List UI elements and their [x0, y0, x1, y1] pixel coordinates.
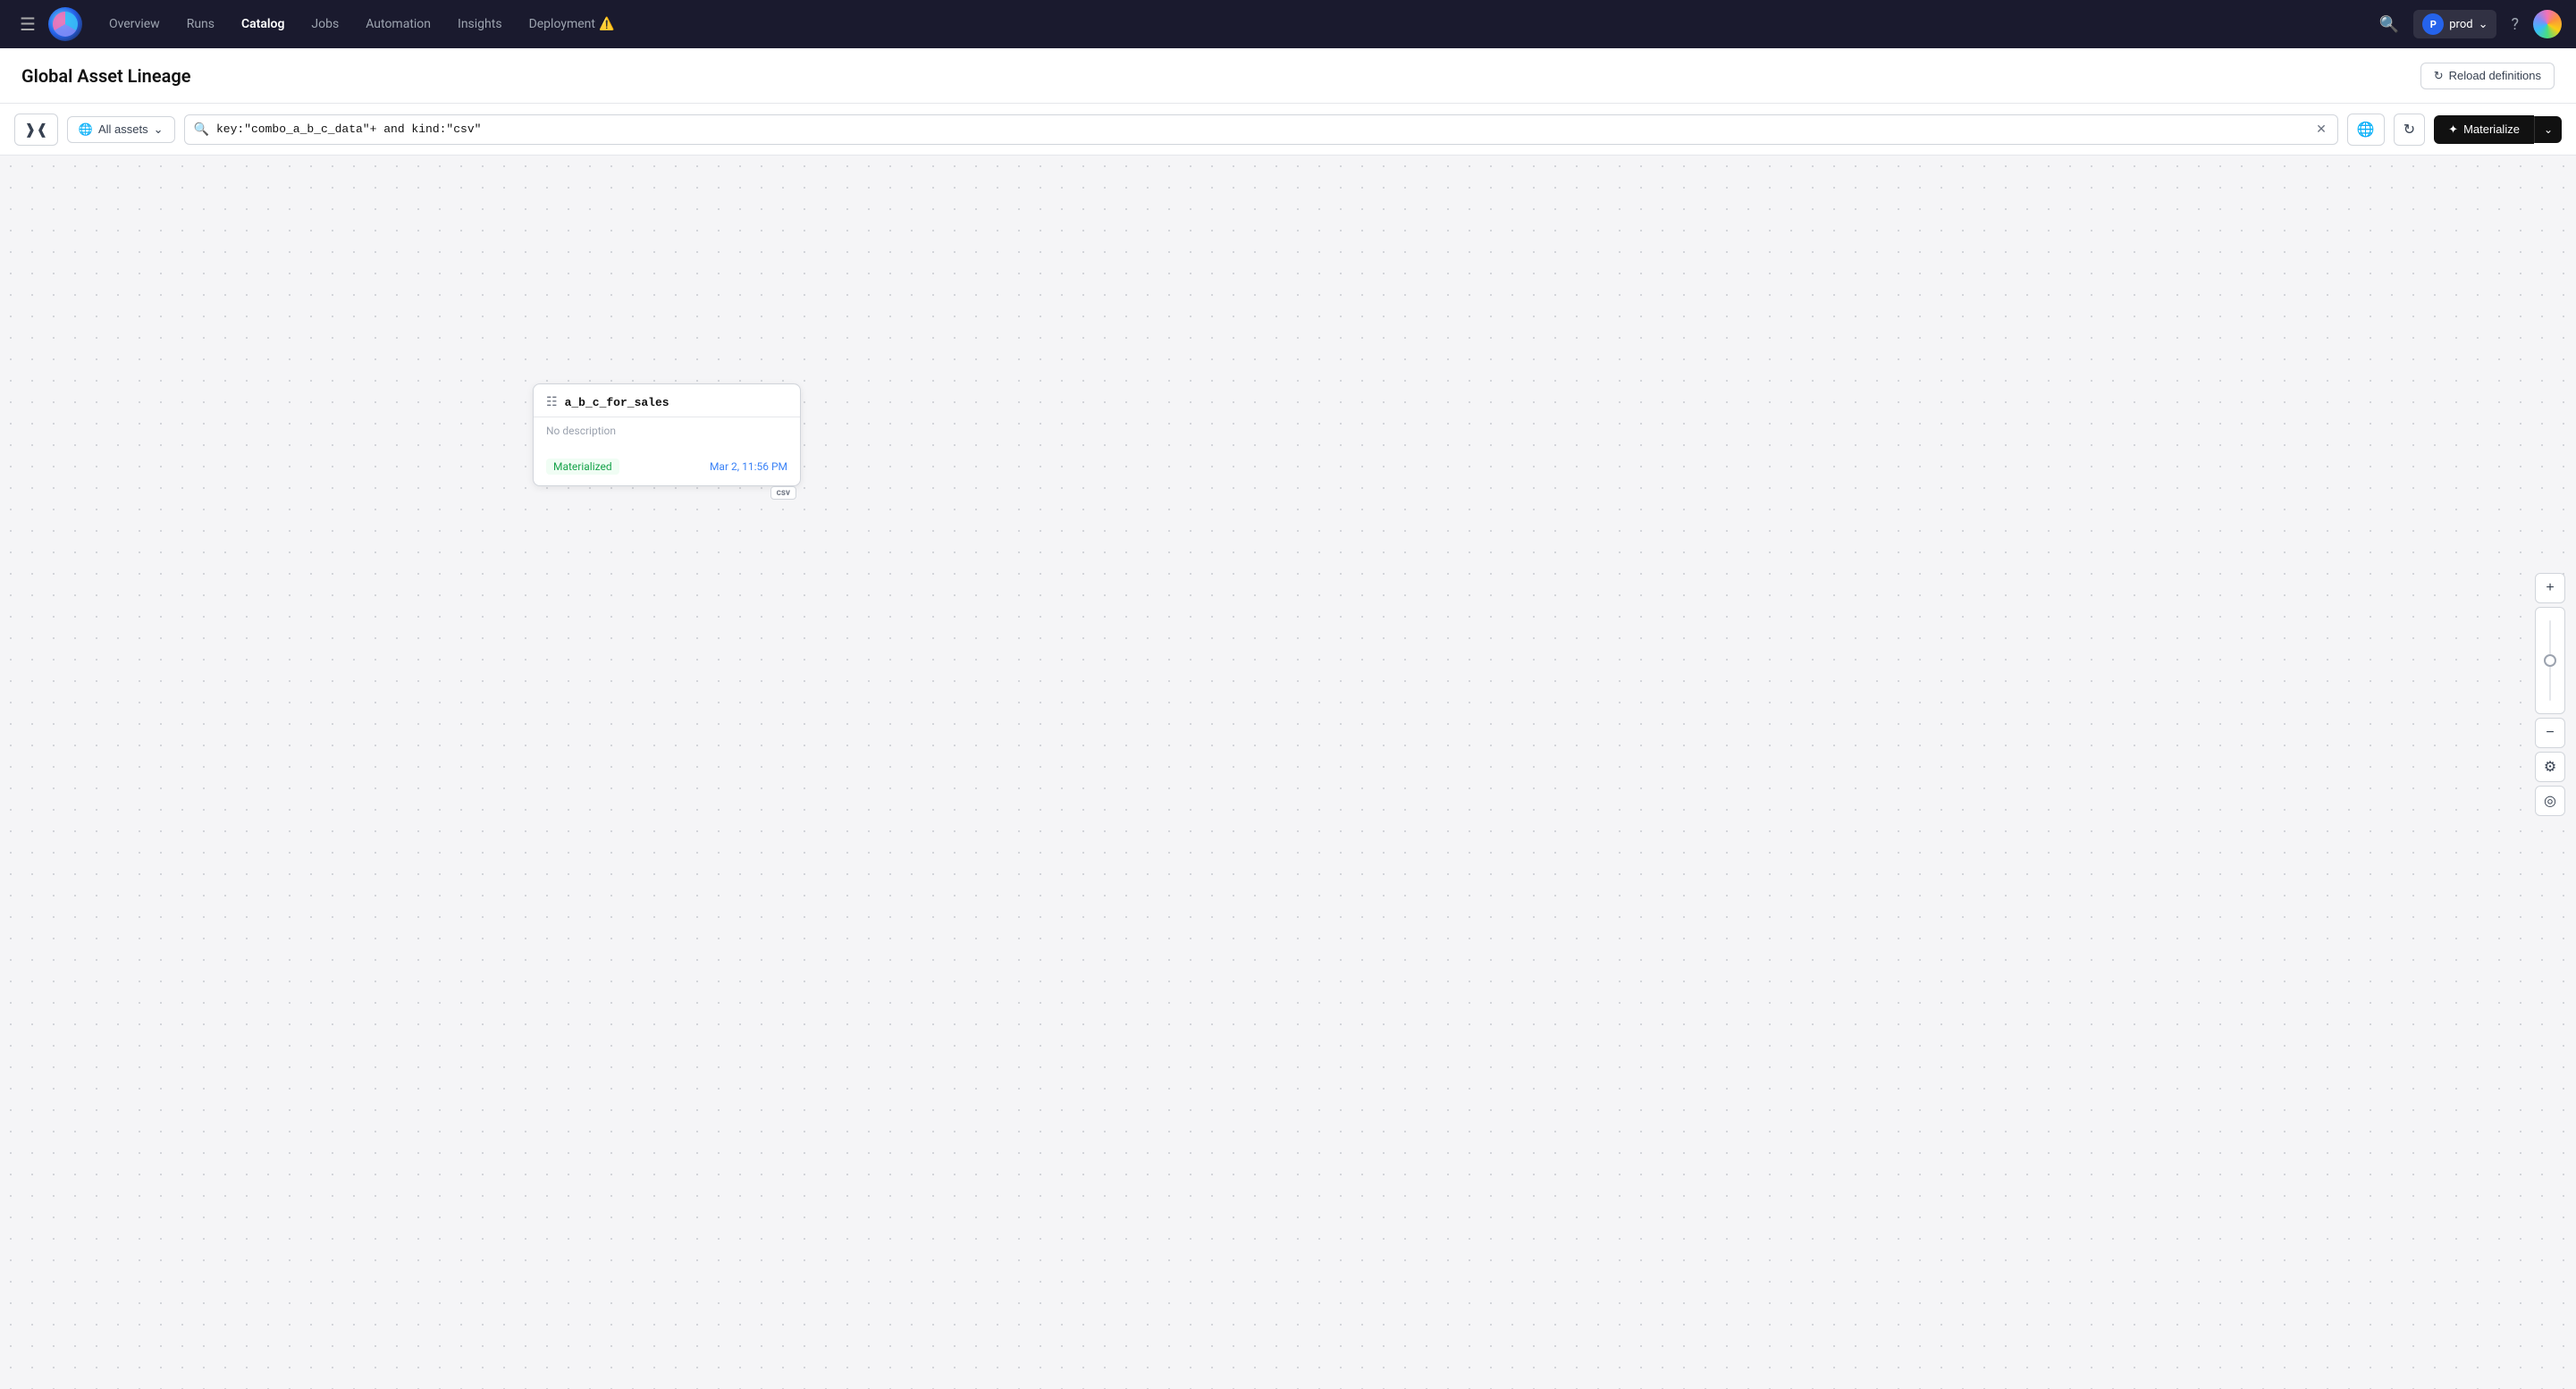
- all-assets-dropdown[interactable]: 🌐 All assets ⌄: [67, 116, 175, 143]
- chevron-down-icon: ⌄: [2544, 123, 2553, 136]
- user-avatar[interactable]: [2533, 10, 2562, 38]
- chevron-down-icon: ⌄: [154, 122, 164, 137]
- refresh-button[interactable]: ↻: [2394, 114, 2425, 146]
- materialize-group: ✦ Materialize ⌄: [2434, 115, 2562, 144]
- globe-button[interactable]: 🌐: [2347, 114, 2385, 146]
- zoom-slider-thumb[interactable]: [2544, 654, 2556, 667]
- topnav-right: 🔍 P prod ⌄ ?: [2374, 10, 2562, 39]
- reload-icon: ↻: [2434, 69, 2444, 83]
- asset-node-footer: Materialized Mar 2, 11:56 PM: [534, 453, 800, 485]
- asset-description: No description: [546, 425, 787, 437]
- search-icon: 🔍: [194, 122, 209, 137]
- asset-node-body: No description: [534, 417, 800, 453]
- nav-automation[interactable]: Automation: [353, 12, 443, 37]
- zoom-in-icon: +: [2546, 580, 2554, 596]
- globe-icon: 🌐: [2357, 121, 2375, 139]
- zoom-slider-track: [2549, 620, 2551, 701]
- nav-jobs[interactable]: Jobs: [299, 12, 351, 37]
- expand-icon: ◎: [2544, 792, 2556, 810]
- toolbar: ❱❰ 🌐 All assets ⌄ 🔍 ✕ 🌐 ↻ ✦ Materialize …: [0, 104, 2576, 156]
- settings-button[interactable]: ⚙: [2535, 752, 2565, 782]
- refresh-icon: ↻: [2403, 121, 2415, 139]
- prod-label: prod: [2449, 18, 2472, 31]
- sidebar-toggle-button[interactable]: ❱❰: [14, 114, 58, 146]
- prod-chevron-icon: ⌄: [2479, 18, 2488, 31]
- zoom-out-button[interactable]: −: [2535, 718, 2565, 748]
- nav-deployment[interactable]: Deployment ⚠️: [517, 12, 627, 37]
- globe-small-icon: 🌐: [79, 122, 93, 137]
- table-icon: ☷: [546, 395, 558, 409]
- settings-icon: ⚙: [2544, 758, 2556, 776]
- materialized-badge: Materialized: [546, 459, 619, 475]
- hamburger-icon[interactable]: ☰: [14, 8, 41, 40]
- search-icon-btn[interactable]: 🔍: [2374, 10, 2404, 39]
- nav-links: Overview Runs Catalog Jobs Automation In…: [97, 12, 2367, 37]
- help-icon-btn[interactable]: ?: [2505, 10, 2524, 39]
- csv-badge: csv: [770, 486, 796, 500]
- materialize-dropdown-button[interactable]: ⌄: [2534, 116, 2562, 143]
- search-bar: 🔍 ✕: [184, 114, 2338, 145]
- page-header: Global Asset Lineage ↻ Reload definition…: [0, 48, 2576, 104]
- topnav: ☰ Overview Runs Catalog Jobs Automation …: [0, 0, 2576, 48]
- canvas-grid: [0, 156, 2576, 1389]
- zoom-in-button[interactable]: +: [2535, 573, 2565, 603]
- nav-runs[interactable]: Runs: [174, 12, 227, 37]
- zoom-slider[interactable]: [2535, 607, 2565, 714]
- nav-insights[interactable]: Insights: [445, 12, 515, 37]
- clear-search-button[interactable]: ✕: [2314, 121, 2328, 139]
- asset-timestamp: Mar 2, 11:56 PM: [710, 460, 787, 473]
- asset-node-title: a_b_c_for_sales: [565, 396, 669, 409]
- page-title: Global Asset Lineage: [21, 65, 191, 87]
- canvas: ☷ a_b_c_for_sales No description Materia…: [0, 156, 2576, 1389]
- nav-catalog[interactable]: Catalog: [229, 12, 297, 37]
- prod-selector[interactable]: P prod ⌄: [2413, 10, 2496, 38]
- materialize-star-icon: ✦: [2448, 122, 2458, 137]
- expand-button[interactable]: ◎: [2535, 786, 2565, 816]
- right-controls: + − ⚙ ◎: [2535, 573, 2565, 816]
- zoom-out-icon: −: [2546, 725, 2554, 741]
- search-input[interactable]: [216, 122, 2307, 136]
- asset-node[interactable]: ☷ a_b_c_for_sales No description Materia…: [533, 383, 801, 486]
- warning-icon: ⚠️: [599, 17, 614, 31]
- app-logo: [48, 7, 82, 41]
- prod-avatar: P: [2422, 13, 2444, 35]
- asset-node-header: ☷ a_b_c_for_sales: [534, 384, 800, 417]
- nav-overview[interactable]: Overview: [97, 12, 173, 37]
- materialize-button[interactable]: ✦ Materialize: [2434, 115, 2534, 144]
- reload-definitions-button[interactable]: ↻ Reload definitions: [2420, 63, 2555, 89]
- sidebar-toggle-icon: ❱❰: [24, 121, 48, 139]
